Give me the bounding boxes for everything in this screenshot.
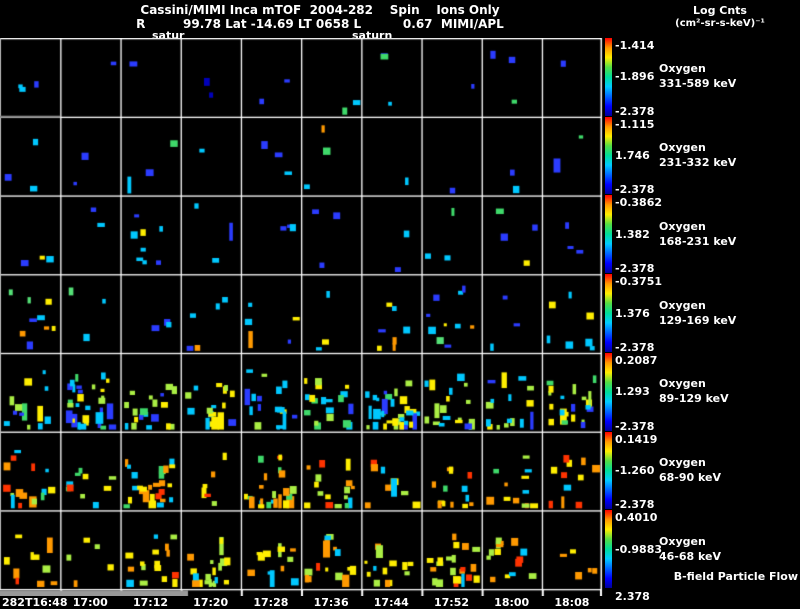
energy-label-row-0: Oxygen 331-589 keV [659,62,737,91]
colorbar-row-3 [605,274,612,352]
scale-top-row-5: 0.1419 [615,432,658,446]
scale-mid-row-4: 1.293 [615,385,650,399]
time-tick-label-9: 18:08 [554,596,590,609]
scale-top-row-1: -1.115 [615,117,655,131]
scale-mid-row-5: -1.260 [615,463,655,477]
energy-label-row-5: Oxygen 68-90 keV [659,455,722,484]
energy-label-row-4: Oxygen 89-129 keV [659,377,729,406]
colorbar-row-0 [605,38,612,116]
colorbar-units-title: Log Cnts [693,4,747,17]
energy-label-row-1: Oxygen 231-332 keV [659,141,737,170]
time-tick-label-3: 17:20 [193,596,229,609]
scale-bottom-row-0: -2.378 [615,104,655,118]
time-tick-label-2: 17:12 [132,596,168,609]
scale-top-row-0: -1.414 [615,39,655,52]
scale-mid-row-0: -1.896 [615,70,655,84]
scale-mid-row-3: 1.376 [615,306,650,320]
scale-mid-row-6: -0.9883 [615,542,663,556]
colorbar-units-subtitle: (cm²-sr-s-keV)⁻¹ [675,18,765,29]
scale-mid-row-1: 1.746 [615,149,650,163]
scale-bottom-row-3: -2.378 [615,340,655,354]
scale-top-row-4: 0.2087 [615,353,658,367]
colorbar-row-4 [605,352,612,431]
bfield-flow-label: B-field Particle Flow [673,570,798,583]
energy-label-row-3: Oxygen 129-169 keV [659,298,737,327]
energy-label-row-6: Oxygen 46-68 keV [659,534,722,563]
ephemeris-line: R 99.78 Lat -14.69 LT 0658 L 0.67 MIMI/A… [136,17,504,31]
scale-bottom-row-6: 2.378 [615,590,650,603]
scale-top-row-6: 0.4010 [615,511,658,525]
scale-top-row-2: -0.3862 [615,196,663,210]
energy-label-row-2: Oxygen 168-231 keV [659,219,737,248]
time-tick-label-5: 17:36 [313,596,349,609]
colorbar-row-5 [605,431,612,510]
scale-bottom-row-2: -2.378 [615,262,655,276]
time-tick-label-6: 17:44 [373,596,409,609]
colorbar-row-6 [605,510,612,588]
spectrogram-canvas [0,38,604,596]
scale-mid-row-2: 1.382 [615,227,650,241]
scale-top-row-3: -0.3751 [615,275,663,289]
plot-title: Cassini/MIMI Inca mTOF 2004-282 Spin Ion… [140,3,500,17]
colorbar-row-2 [605,195,612,274]
scale-bottom-row-4: -2.378 [615,419,655,433]
time-tick-label-8: 18:00 [494,596,530,609]
colorbar-row-1 [605,116,612,195]
scale-bottom-row-1: -2.378 [615,183,655,197]
scale-bottom-row-5: -2.378 [615,498,655,512]
time-tick-label-1: 17:00 [72,596,108,609]
cassini-mimi-plot-window: Cassini/MIMI Inca mTOF 2004-282 Spin Ion… [0,0,800,609]
time-tick-label-4: 17:28 [253,596,289,609]
time-tick-label-7: 17:52 [433,596,469,609]
